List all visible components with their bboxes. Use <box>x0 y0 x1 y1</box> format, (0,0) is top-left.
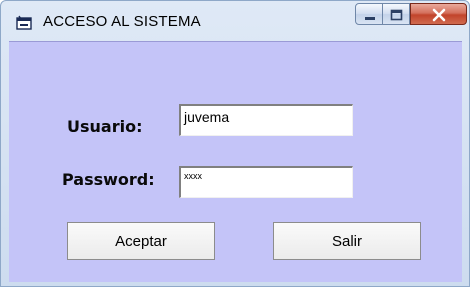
user-input[interactable]: juvema <box>179 104 353 136</box>
close-icon <box>432 8 446 22</box>
close-button[interactable] <box>410 3 467 25</box>
caption-buttons <box>355 3 469 25</box>
user-label: Usuario: <box>67 117 143 136</box>
accept-button[interactable]: Aceptar <box>67 222 215 260</box>
form-body: Usuario: juvema Password: xxxx Aceptar S… <box>9 41 462 282</box>
form-window-icon <box>15 14 33 32</box>
maximize-icon <box>390 9 403 21</box>
minimize-button[interactable] <box>355 3 383 25</box>
minimize-icon <box>365 17 375 20</box>
exit-button[interactable]: Salir <box>273 222 421 260</box>
login-window: ACCESO AL SISTEMA Usuario: juvema Passwo… <box>0 0 470 287</box>
maximize-button[interactable] <box>383 3 410 25</box>
password-input[interactable]: xxxx <box>179 166 353 198</box>
password-label: Password: <box>62 170 155 189</box>
window-title: ACCESO AL SISTEMA <box>43 13 201 30</box>
title-bar[interactable]: ACCESO AL SISTEMA <box>1 1 469 41</box>
